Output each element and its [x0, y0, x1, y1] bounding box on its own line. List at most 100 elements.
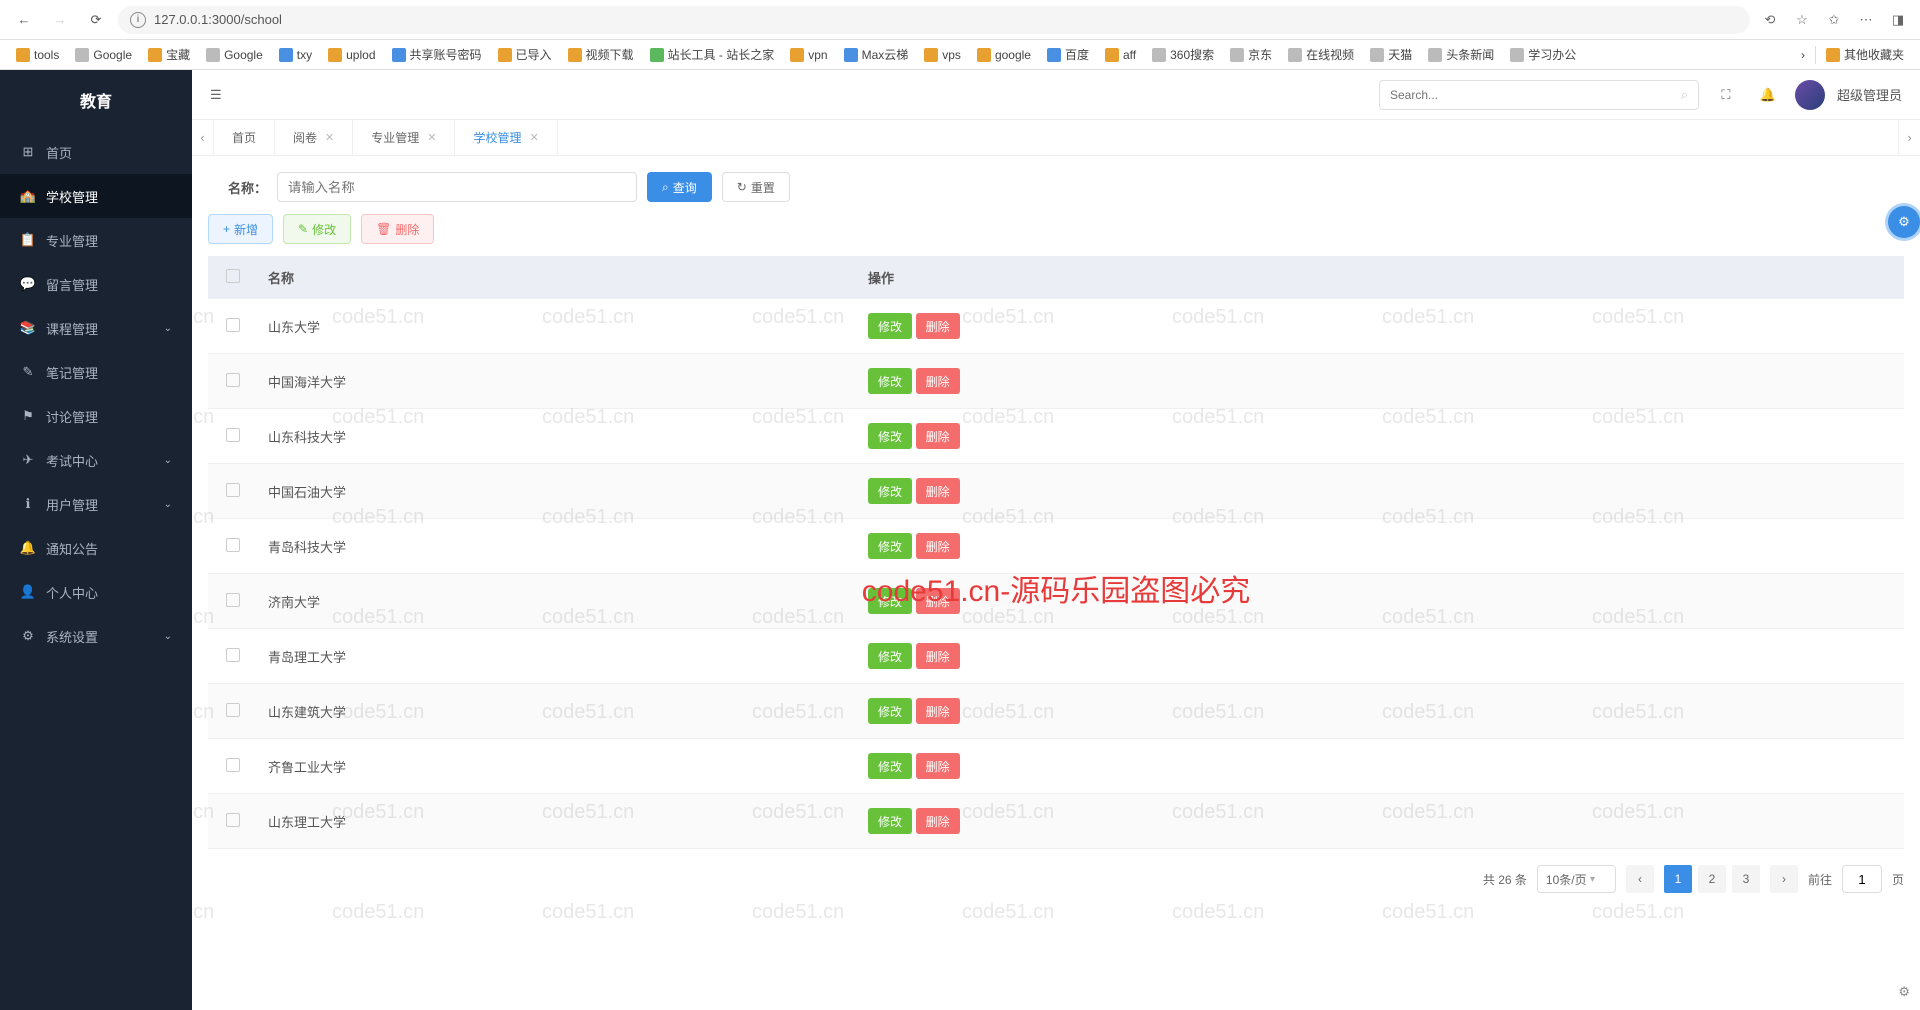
- sidebar-item-3[interactable]: 💬留言管理: [0, 262, 192, 306]
- row-delete-button[interactable]: 删除: [916, 753, 960, 779]
- more-icon[interactable]: ⋯: [1854, 8, 1878, 32]
- sidebar-item-5[interactable]: ✎笔记管理: [0, 350, 192, 394]
- row-checkbox[interactable]: [208, 629, 258, 684]
- row-delete-button[interactable]: 删除: [916, 423, 960, 449]
- row-delete-button[interactable]: 删除: [916, 698, 960, 724]
- tab-scroll-right[interactable]: ›: [1898, 120, 1920, 155]
- search-box[interactable]: ⌕: [1379, 80, 1699, 110]
- row-checkbox[interactable]: [208, 739, 258, 794]
- row-checkbox[interactable]: [208, 684, 258, 739]
- forward-button[interactable]: →: [46, 6, 74, 34]
- sidebar-icon[interactable]: ◨: [1886, 8, 1910, 32]
- bookmark-item[interactable]: 视频下载: [562, 43, 640, 66]
- row-delete-button[interactable]: 删除: [916, 643, 960, 669]
- address-bar[interactable]: i 127.0.0.1:3000/school: [118, 6, 1750, 34]
- goto-input[interactable]: [1842, 865, 1882, 893]
- other-bookmarks[interactable]: 其他收藏夹: [1820, 43, 1910, 66]
- hamburger-icon[interactable]: ☰: [210, 87, 222, 103]
- header-checkbox[interactable]: [208, 256, 258, 299]
- row-delete-button[interactable]: 删除: [916, 313, 960, 339]
- tab-首页[interactable]: 首页: [214, 120, 275, 155]
- tab-学校管理[interactable]: 学校管理✕: [455, 120, 557, 155]
- search-icon[interactable]: ⌕: [1681, 87, 1688, 103]
- bookmark-item[interactable]: 学习办公: [1504, 43, 1582, 66]
- page-2[interactable]: 2: [1698, 865, 1726, 893]
- bookmark-item[interactable]: uplod: [322, 45, 381, 65]
- bookmark-more[interactable]: ›: [1795, 45, 1811, 65]
- row-delete-button[interactable]: 删除: [916, 533, 960, 559]
- star-icon[interactable]: ☆: [1790, 8, 1814, 32]
- row-edit-button[interactable]: 修改: [868, 753, 912, 779]
- sidebar-item-9[interactable]: 🔔通知公告: [0, 526, 192, 570]
- close-icon[interactable]: ✕: [530, 131, 539, 144]
- fullscreen-icon[interactable]: ⛶: [1711, 80, 1741, 110]
- bookmark-item[interactable]: 头条新闻: [1422, 43, 1500, 66]
- row-checkbox[interactable]: [208, 354, 258, 409]
- row-edit-button[interactable]: 修改: [868, 533, 912, 559]
- sidebar-item-11[interactable]: ⚙系统设置⌄: [0, 614, 192, 658]
- bottom-gear-icon[interactable]: ⚙: [1898, 984, 1910, 1000]
- row-checkbox[interactable]: [208, 299, 258, 354]
- bookmark-item[interactable]: aff: [1099, 45, 1142, 65]
- tab-scroll-left[interactable]: ‹: [192, 120, 214, 155]
- bookmark-item[interactable]: txy: [273, 45, 318, 65]
- sidebar-item-10[interactable]: 👤个人中心: [0, 570, 192, 614]
- close-icon[interactable]: ✕: [325, 131, 334, 144]
- settings-float-icon[interactable]: ⚙: [1888, 206, 1920, 238]
- bookmark-item[interactable]: 站长工具 - 站长之家: [644, 43, 781, 66]
- bookmark-item[interactable]: vpn: [784, 45, 833, 65]
- edit-button[interactable]: ✎ 修改: [283, 214, 351, 244]
- row-checkbox[interactable]: [208, 464, 258, 519]
- refresh-button[interactable]: ⟳: [82, 6, 110, 34]
- row-checkbox[interactable]: [208, 519, 258, 574]
- bookmark-item[interactable]: 天猫: [1364, 43, 1418, 66]
- page-1[interactable]: 1: [1664, 865, 1692, 893]
- bookmark-item[interactable]: 京东: [1224, 43, 1278, 66]
- page-size-select[interactable]: 10条/页 ▾: [1537, 865, 1616, 893]
- bookmark-item[interactable]: vps: [918, 45, 967, 65]
- bookmark-item[interactable]: google: [971, 45, 1037, 65]
- sync-icon[interactable]: ⟲: [1758, 8, 1782, 32]
- sidebar-item-6[interactable]: ⚑讨论管理: [0, 394, 192, 438]
- avatar[interactable]: [1795, 80, 1825, 110]
- name-input[interactable]: [277, 172, 637, 202]
- reset-button[interactable]: ↻ 重置: [722, 172, 790, 202]
- row-checkbox[interactable]: [208, 794, 258, 849]
- bookmark-item[interactable]: 共享账号密码: [386, 43, 488, 66]
- sidebar-item-4[interactable]: 📚课程管理⌄: [0, 306, 192, 350]
- page-3[interactable]: 3: [1732, 865, 1760, 893]
- bookmark-item[interactable]: Google: [200, 45, 269, 65]
- row-edit-button[interactable]: 修改: [868, 478, 912, 504]
- bookmark-item[interactable]: Google: [69, 45, 138, 65]
- bookmark-item[interactable]: 宝藏: [142, 43, 196, 66]
- row-edit-button[interactable]: 修改: [868, 808, 912, 834]
- prev-page-button[interactable]: ‹: [1626, 865, 1654, 893]
- row-delete-button[interactable]: 删除: [916, 368, 960, 394]
- sidebar-item-7[interactable]: ✈考试中心⌄: [0, 438, 192, 482]
- row-delete-button[interactable]: 删除: [916, 478, 960, 504]
- add-button[interactable]: + 新增: [208, 214, 273, 244]
- back-button[interactable]: ←: [10, 6, 38, 34]
- row-edit-button[interactable]: 修改: [868, 368, 912, 394]
- next-page-button[interactable]: ›: [1770, 865, 1798, 893]
- row-edit-button[interactable]: 修改: [868, 588, 912, 614]
- close-icon[interactable]: ✕: [427, 131, 436, 144]
- search-button[interactable]: ⌕ 查询: [647, 172, 712, 202]
- row-delete-button[interactable]: 删除: [916, 808, 960, 834]
- tab-阅卷[interactable]: 阅卷✕: [275, 120, 353, 155]
- sidebar-item-2[interactable]: 📋专业管理: [0, 218, 192, 262]
- row-edit-button[interactable]: 修改: [868, 423, 912, 449]
- delete-button[interactable]: 🗑 删除: [361, 214, 434, 244]
- sidebar-item-1[interactable]: 🏫学校管理: [0, 174, 192, 218]
- row-edit-button[interactable]: 修改: [868, 698, 912, 724]
- row-edit-button[interactable]: 修改: [868, 313, 912, 339]
- search-input[interactable]: [1390, 88, 1673, 102]
- row-edit-button[interactable]: 修改: [868, 643, 912, 669]
- bookmark-item[interactable]: tools: [10, 45, 65, 65]
- sidebar-item-8[interactable]: ℹ用户管理⌄: [0, 482, 192, 526]
- row-checkbox[interactable]: [208, 574, 258, 629]
- bell-icon[interactable]: 🔔: [1753, 80, 1783, 110]
- bookmark-item[interactable]: 360搜索: [1146, 43, 1220, 66]
- bookmark-item[interactable]: 在线视频: [1282, 43, 1360, 66]
- tab-专业管理[interactable]: 专业管理✕: [353, 120, 455, 155]
